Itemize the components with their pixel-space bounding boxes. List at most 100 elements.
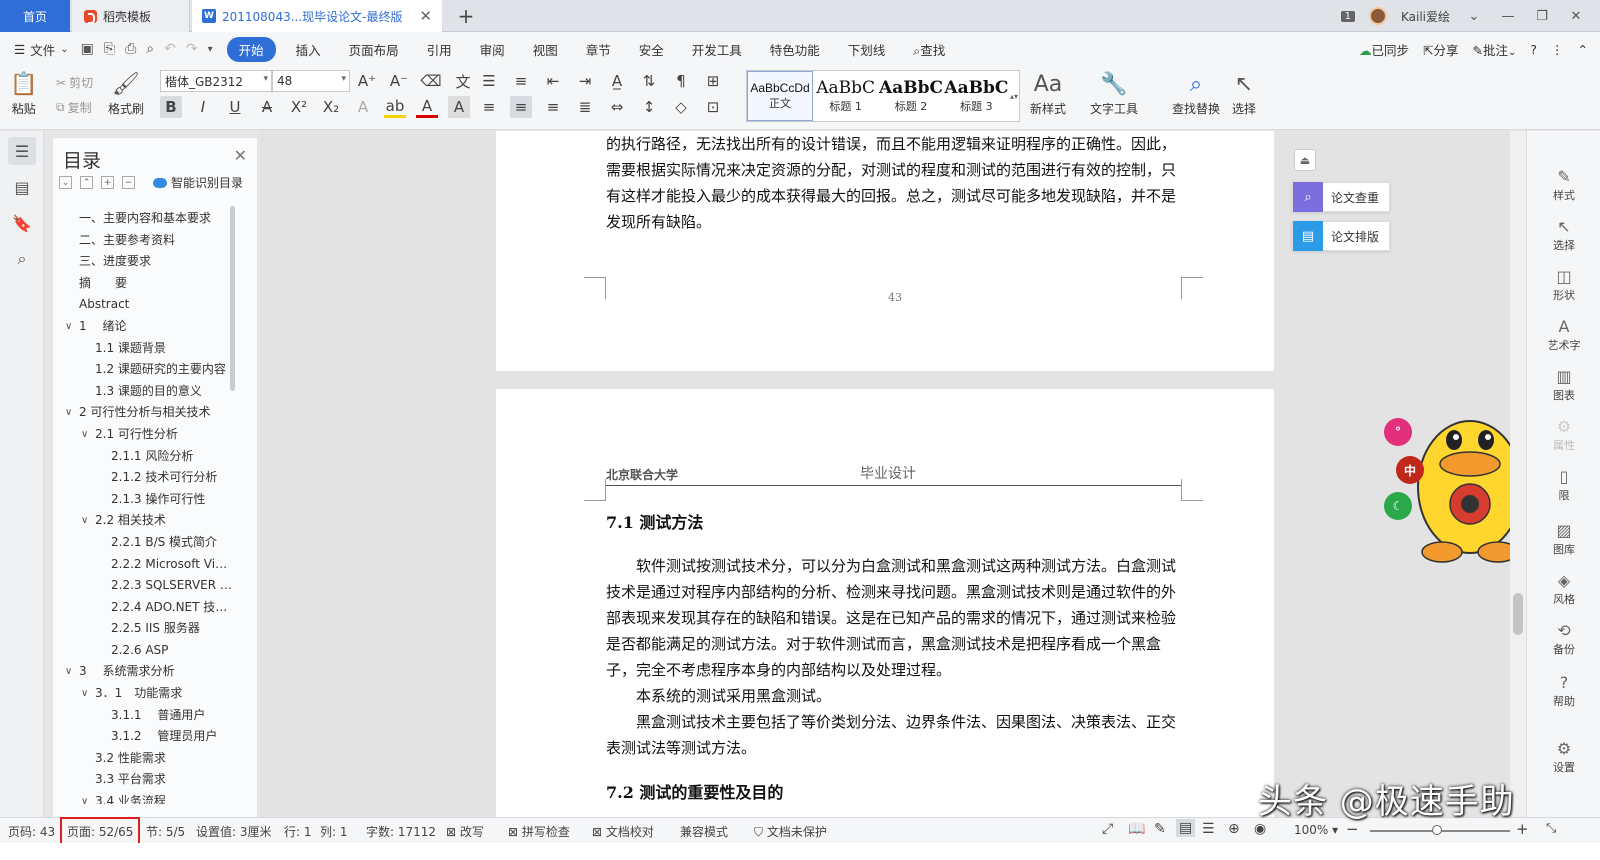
toc-item[interactable]: 二、主要参考资料 <box>53 230 233 252</box>
highlight-icon[interactable]: ab <box>384 96 406 118</box>
bullet-list-icon[interactable]: ☰ <box>478 70 500 92</box>
export-pdf-icon[interactable]: ⎘ <box>104 41 115 57</box>
toc-item[interactable]: 3.3 平台需求 <box>53 769 233 791</box>
styles-scroll-icon[interactable]: ▴▾ <box>1009 71 1019 121</box>
sync-button[interactable]: ☁已同步 <box>1359 40 1409 59</box>
avatar[interactable] <box>1368 7 1387 25</box>
menu-item-dev-tools[interactable]: 开发工具 <box>678 40 756 59</box>
restore-icon[interactable]: ❐ <box>1532 9 1552 24</box>
chevron-down-icon[interactable]: ∨ <box>65 402 72 424</box>
toc-item[interactable]: 1.2 课题研究的主要内容 <box>53 359 233 381</box>
select-button[interactable]: ↖ 选择 <box>1232 70 1256 117</box>
zoom-slider-knob[interactable] <box>1432 825 1442 835</box>
sidebar-item-style[interactable]: ✎ 样式 <box>1527 167 1600 203</box>
status-section[interactable]: 节: 5/5 <box>146 823 185 840</box>
subscript-icon[interactable]: X₂ <box>320 96 342 118</box>
increase-indent-icon[interactable]: ⇥ <box>574 70 596 92</box>
section-heading-7-2[interactable]: 7.2 测试的重要性及目的 <box>606 779 783 803</box>
menu-search[interactable]: ⌕查找 <box>899 40 959 59</box>
print-icon[interactable]: ⎙ <box>125 41 136 57</box>
chapter-nav-icon[interactable]: ▤ <box>8 173 36 201</box>
paste-button[interactable]: 📋 粘贴 <box>10 70 37 117</box>
sidebar-item-wordart[interactable]: A 艺术字 <box>1527 317 1600 353</box>
status-compat[interactable]: 兼容模式 <box>680 823 728 840</box>
status-protect[interactable]: ⛉ 文档未保护 <box>754 823 827 840</box>
toc-item[interactable]: 三、进度要求 <box>53 251 233 273</box>
status-proof[interactable]: ⊠ 文档校对 <box>592 823 654 840</box>
style-heading-2[interactable]: AaBbC 标题 2 <box>878 71 943 121</box>
sidebar-item-shape[interactable]: ◫ 形状 <box>1527 267 1600 303</box>
read-mode-icon[interactable]: 📖 <box>1128 821 1145 837</box>
format-painter-button[interactable]: 🖌 格式刷 <box>108 70 144 117</box>
align-left-icon[interactable]: ≡ <box>478 96 500 118</box>
toc-item[interactable]: 1.3 课题的目的意义 <box>53 381 233 403</box>
bookmark-icon[interactable]: 🔖 <box>8 209 36 237</box>
toc-item[interactable]: 2.1.1 风险分析 <box>53 446 233 468</box>
toc-item[interactable]: ∨ 3 系统需求分析 <box>53 661 233 683</box>
tab-home[interactable]: 首页 <box>0 0 70 32</box>
sidebar-item-help[interactable]: ? 帮助 <box>1527 673 1600 709</box>
close-window-icon[interactable]: ✕ <box>1566 9 1586 24</box>
sidebar-item-limit[interactable]: ▯ 限 <box>1527 467 1600 503</box>
status-revise[interactable]: ⊠ 改写 <box>446 823 484 840</box>
more-icon[interactable]: ⋮ <box>1551 42 1564 57</box>
expand-all-icon[interactable]: ⌄ <box>59 176 72 189</box>
toc-item[interactable]: 2.2.1 B/S 模式简介 <box>53 532 233 554</box>
chevron-down-icon[interactable]: ∨ <box>81 424 88 446</box>
toc-item[interactable]: ∨ 3.4 业务流程 <box>53 791 233 804</box>
para-mark-icon[interactable]: ¶ <box>670 70 692 92</box>
toc-panel-icon[interactable]: ☰ <box>8 137 36 165</box>
toc-item[interactable]: 摘 要 <box>53 273 233 295</box>
toc-item[interactable]: 3.1.1 普通用户 <box>53 705 233 727</box>
new-tab-button[interactable]: + <box>452 0 480 32</box>
superscript-icon[interactable]: X² <box>288 96 310 118</box>
plagiarism-check-button[interactable]: ⌕ 论文查重 <box>1292 182 1390 212</box>
ime-badge[interactable]: 中 <box>1396 456 1424 484</box>
outline-view-icon[interactable]: ☰ <box>1202 821 1215 837</box>
paragraph-1[interactable]: 软件测试按测试技术分，可以分为白盒测试和黑盒测试这两种测试方法。白盒测试技术是通… <box>606 553 1181 683</box>
bold-icon[interactable]: B <box>160 96 182 118</box>
chevron-down-icon[interactable]: ∨ <box>65 316 72 338</box>
char-shading-icon[interactable]: A <box>448 96 470 118</box>
customize-icon[interactable]: ▾ <box>208 44 213 55</box>
help-icon[interactable]: ? <box>1530 42 1537 57</box>
status-spell[interactable]: ⊠ 拼写检查 <box>508 823 570 840</box>
sidebar-item-chart[interactable]: ▥ 图表 <box>1527 367 1600 403</box>
emoji-button[interactable]: ° <box>1384 418 1412 446</box>
zoom-level[interactable]: 100% ▾ <box>1294 823 1338 837</box>
new-style-button[interactable]: Aa 新样式 <box>1030 70 1066 117</box>
collapse-ribbon-icon[interactable]: ⌃ <box>1578 42 1588 57</box>
status-setting[interactable]: 设置值: 3厘米 <box>196 823 272 840</box>
pinyin-icon[interactable]: 文 <box>452 70 474 92</box>
find-panel-icon[interactable]: ⌕ <box>8 245 36 273</box>
comment-button[interactable]: ✎批注⌄ <box>1472 40 1516 59</box>
table-grid-icon[interactable]: ⊞ <box>702 70 724 92</box>
document-scrollbar[interactable] <box>1510 131 1526 817</box>
save-icon[interactable]: ▣ <box>81 41 94 57</box>
style-normal[interactable]: AaBbCcDd 正文 <box>747 71 813 121</box>
menu-item-security[interactable]: 安全 <box>625 40 678 59</box>
toc-item[interactable]: ∨ 1 绪论 <box>53 316 233 338</box>
toc-item[interactable]: 2.2.3 SQLSERVER 数据库 <box>53 575 233 597</box>
menu-down-icon[interactable]: ⌄ <box>1464 9 1484 24</box>
sidebar-item-gallery[interactable]: ▨ 图库 <box>1527 521 1600 557</box>
user-name[interactable]: Kaili爱绘 <box>1401 8 1450 25</box>
file-menu[interactable]: ☰ 文件 ⌄ <box>0 40 81 59</box>
status-words[interactable]: 字数: 17112 <box>366 823 436 840</box>
justify-icon[interactable]: ≣ <box>574 96 596 118</box>
section-heading-7-1[interactable]: 7.1 测试方法 <box>606 509 703 533</box>
toc-item[interactable]: Abstract <box>53 294 233 316</box>
smart-toc-button[interactable]: 智能识别目录 <box>153 174 243 191</box>
cut-button[interactable]: ✂ 剪切 <box>56 74 93 91</box>
menu-item-underline[interactable]: 下划线 <box>834 40 900 59</box>
style-heading-3[interactable]: AaBbC 标题 3 <box>944 71 1009 121</box>
web-view-icon[interactable]: ⊕ <box>1228 821 1240 837</box>
menu-item-view[interactable]: 视图 <box>519 40 572 59</box>
close-icon[interactable]: ✕ <box>234 146 247 165</box>
toc-item[interactable]: 一、主要内容和基本要求 <box>53 208 233 230</box>
moon-mode-icon[interactable]: ☾ <box>1384 492 1412 520</box>
clear-format-icon[interactable]: ⌫ <box>420 70 442 92</box>
page-view-icon[interactable]: ▤ <box>1176 819 1196 837</box>
sidebar-item-properties[interactable]: ⚙ 属性 <box>1527 417 1600 453</box>
shrink-font-icon[interactable]: A⁻ <box>388 70 410 92</box>
